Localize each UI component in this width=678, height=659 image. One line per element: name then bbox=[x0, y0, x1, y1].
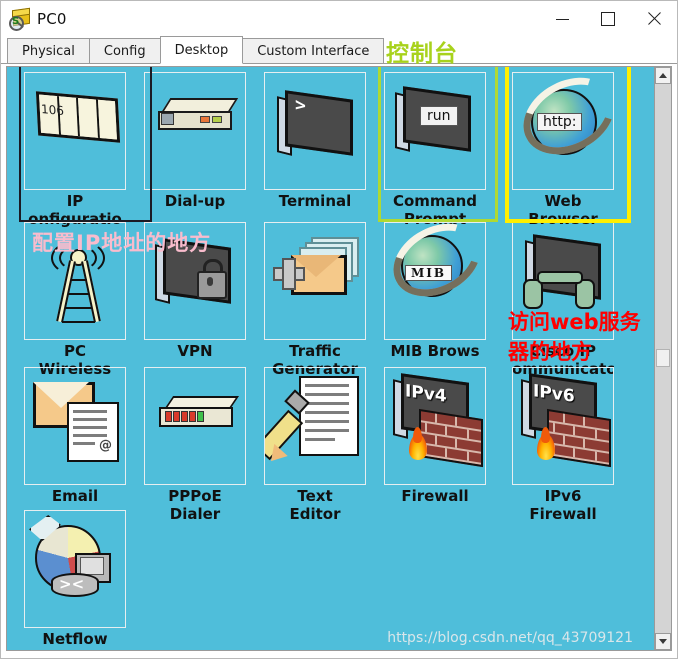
application-grid: 106 IP onfiguratio Dial-up > Terminal ru… bbox=[7, 67, 655, 650]
firewall-icon: IPv4 bbox=[384, 367, 486, 485]
app-pppoe-dialer[interactable]: PPPoE Dialer bbox=[144, 367, 246, 523]
chevron-down-icon bbox=[659, 639, 667, 644]
tab-bar: Physical Config Desktop Custom Interface… bbox=[1, 36, 677, 67]
wireless-tower-icon bbox=[24, 222, 126, 340]
app-firewall[interactable]: IPv4 Firewall bbox=[384, 367, 486, 523]
app-pc-wireless[interactable]: PC Wireless bbox=[24, 222, 126, 378]
chevron-up-icon bbox=[659, 73, 667, 78]
app-terminal[interactable]: > Terminal bbox=[264, 72, 366, 228]
app-label-netflow-collector: NetflowCollector bbox=[37, 630, 113, 650]
close-button[interactable] bbox=[631, 1, 677, 37]
minimize-icon bbox=[555, 18, 569, 20]
app-dial-up[interactable]: Dial-up bbox=[144, 72, 246, 228]
app-text-editor[interactable]: Text Editor bbox=[264, 367, 366, 523]
tab-config[interactable]: Config bbox=[88, 38, 161, 63]
desktop-panel: 106 IP onfiguratio Dial-up > Terminal ru… bbox=[6, 66, 656, 651]
app-web-browser[interactable]: http: Web Browser bbox=[512, 72, 614, 228]
watermark-url: https://blog.csdn.net/qq_43709121 bbox=[387, 630, 633, 646]
globe-mib-icon: MIB bbox=[384, 222, 486, 340]
run-tag-label: run bbox=[420, 106, 458, 126]
app-mib-browser[interactable]: MIB MIB Brows bbox=[384, 222, 486, 378]
app-label-text-editor: Text Editor bbox=[289, 487, 341, 523]
ip-panel-number: 106 bbox=[40, 101, 65, 119]
app-label-firewall: Firewall bbox=[401, 487, 469, 505]
scrollbar-thumb[interactable] bbox=[656, 349, 670, 367]
http-tag-label: http: bbox=[537, 113, 583, 131]
tab-physical[interactable]: Physical bbox=[7, 38, 90, 63]
app-cisco-ip-communicator[interactable]: Cisco IP ommunicato bbox=[512, 222, 614, 378]
tab-custom-interface[interactable]: Custom Interface bbox=[242, 38, 385, 63]
maximize-button[interactable] bbox=[585, 1, 631, 37]
device-icon: S bbox=[9, 7, 31, 31]
packet-tracer-device-window: S PC0 Physical Config Desktop Custom Int… bbox=[0, 0, 678, 659]
minimize-button[interactable] bbox=[539, 1, 585, 37]
monitor-lock-icon bbox=[144, 222, 246, 340]
firewall-icon: IPv6 bbox=[512, 367, 614, 485]
mib-tag-label: MIB bbox=[405, 265, 453, 281]
tab-desktop[interactable]: Desktop bbox=[159, 36, 244, 64]
app-vpn[interactable]: VPN bbox=[144, 222, 246, 378]
ip-panel-icon: 106 bbox=[24, 72, 126, 190]
close-icon bbox=[647, 12, 661, 26]
email-icon: @ bbox=[24, 367, 126, 485]
window-title: PC0 bbox=[37, 10, 67, 28]
title-bar: S PC0 bbox=[1, 1, 677, 37]
vertical-scrollbar[interactable] bbox=[654, 66, 672, 651]
annotation-console: 控制台 bbox=[386, 41, 458, 67]
app-label-ipv6-firewall: IPv6 Firewall bbox=[529, 487, 597, 523]
maximize-icon bbox=[601, 12, 615, 26]
app-netflow-collector[interactable]: >< NetflowCollector bbox=[24, 510, 126, 650]
modem-icon bbox=[144, 72, 246, 190]
app-ip-configuration[interactable]: 106 IP onfiguratio bbox=[24, 72, 126, 228]
app-command-prompt[interactable]: run Command Prompt bbox=[384, 72, 486, 228]
scroll-down-button[interactable] bbox=[655, 633, 671, 650]
scroll-up-button[interactable] bbox=[655, 67, 671, 84]
command-prompt-icon: run bbox=[384, 72, 486, 190]
terminal-prompt-glyph: > bbox=[295, 94, 306, 117]
ip-phone-monitor-icon bbox=[512, 222, 614, 340]
pencil-document-icon bbox=[264, 367, 366, 485]
netflow-pie-icon: >< bbox=[24, 510, 126, 628]
globe-icon: http: bbox=[512, 72, 614, 190]
pppoe-device-icon bbox=[144, 367, 246, 485]
app-email[interactable]: @ Email bbox=[24, 367, 126, 523]
app-label-pppoe-dialer: PPPoE Dialer bbox=[168, 487, 222, 523]
terminal-icon: > bbox=[264, 72, 366, 190]
envelope-plus-icon bbox=[264, 222, 366, 340]
app-traffic-generator[interactable]: Traffic Generator bbox=[264, 222, 366, 378]
app-ipv6-firewall[interactable]: IPv6 IPv6 Firewall bbox=[512, 367, 614, 523]
window-controls bbox=[539, 1, 677, 37]
